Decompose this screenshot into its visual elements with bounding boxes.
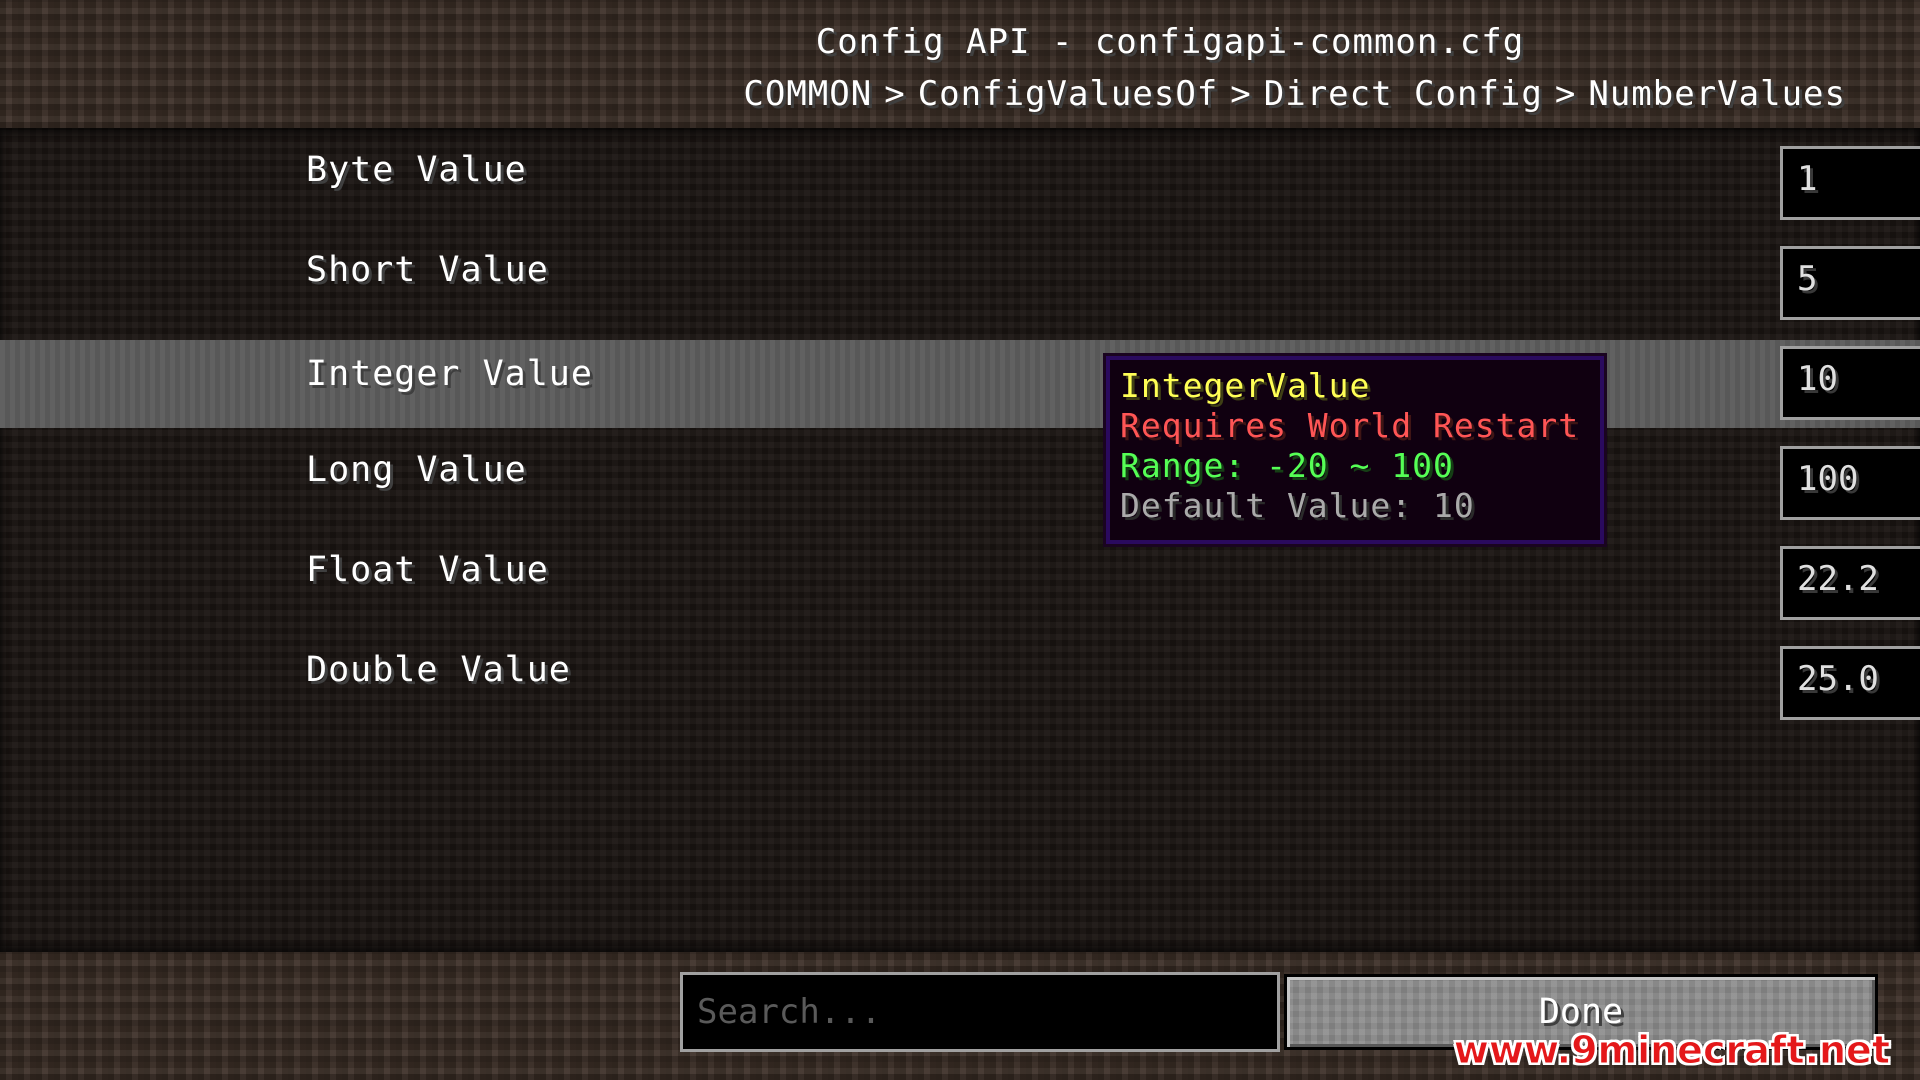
config-row-byte: Byte Value <box>0 128 1920 216</box>
breadcrumb-separator: > <box>1554 74 1577 114</box>
config-row-integer: Integer Value <box>0 340 1920 428</box>
integer-value-tooltip: IntegerValue Requires World Restart Rang… <box>1103 353 1607 547</box>
breadcrumb: COMMON > ConfigValuesOf > Direct Config > Numb… <box>743 74 1846 114</box>
config-row-long: Long Value <box>0 428 1920 516</box>
screen-title: Config API - configapi-common.cfg <box>815 22 1525 62</box>
long-value-field[interactable]: 100 <box>1780 446 1920 520</box>
entry-label-long: Long Value <box>306 450 527 490</box>
config-row-float: Float Value <box>0 528 1920 616</box>
tooltip-default-value: Default Value: 10 <box>1120 486 1475 525</box>
float-value-field[interactable]: 22.2 <box>1780 546 1920 620</box>
tooltip-range: Range: -20 ~ 100 <box>1120 446 1454 485</box>
double-value-field[interactable]: 25.0 <box>1780 646 1920 720</box>
config-row-double: Double Value <box>0 628 1920 716</box>
config-row-short: Short Value <box>0 228 1920 316</box>
tooltip-title: IntegerValue <box>1120 366 1371 405</box>
breadcrumb-separator: > <box>1230 74 1252 114</box>
short-value-field[interactable]: 5 <box>1780 246 1920 320</box>
header-bar: Config API - configapi-common.cfg COMMON… <box>0 0 1920 128</box>
config-entry-list[interactable]: Byte Value Short Value Integer Value Lon… <box>0 128 1920 952</box>
breadcrumb-separator: > <box>884 74 906 114</box>
tooltip-restart-warning: Requires World Restart <box>1120 406 1580 445</box>
search-input[interactable] <box>680 972 1280 1052</box>
entry-label-double: Double Value <box>306 650 571 690</box>
entry-label-integer: Integer Value <box>306 354 593 394</box>
breadcrumb-item-configvaluesof[interactable]: ConfigValuesOf <box>918 74 1219 114</box>
entry-label-short: Short Value <box>306 250 549 290</box>
breadcrumb-item-numbervalues: NumberValues <box>1588 74 1846 114</box>
entry-label-byte: Byte Value <box>306 150 527 190</box>
breadcrumb-item-direct-config[interactable]: Direct Config <box>1264 74 1543 114</box>
entry-label-float: Float Value <box>306 550 549 590</box>
integer-value-field[interactable]: 10 <box>1780 346 1920 420</box>
breadcrumb-item-common[interactable]: COMMON <box>743 74 872 114</box>
byte-value-field[interactable]: 1 <box>1780 146 1920 220</box>
watermark: www.9minecraft.net <box>1453 1028 1890 1073</box>
